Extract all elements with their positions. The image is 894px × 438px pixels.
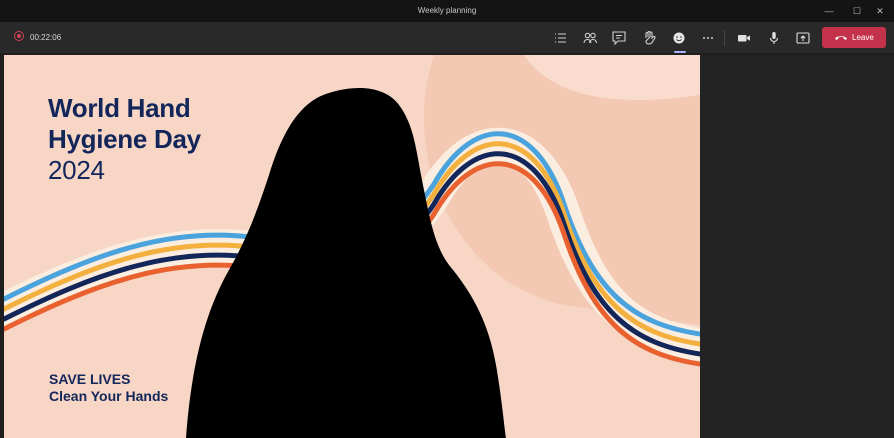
more-icon: [703, 37, 713, 39]
list-button[interactable]: [549, 27, 571, 49]
side-panel: [700, 55, 894, 438]
reactions-icon: [673, 32, 685, 44]
meeting-timer: 00:22:06: [30, 33, 62, 42]
video-stage: World Hand Hygiene Day 2024 SAVE LIVES C…: [4, 55, 700, 438]
raise-hand-icon: [645, 30, 656, 45]
chat-icon: [612, 31, 626, 46]
camera-button[interactable]: [733, 27, 755, 49]
people-icon: [583, 32, 598, 44]
participant-silhouette: [186, 88, 506, 438]
leave-label: Leave: [852, 33, 874, 42]
more-button[interactable]: [697, 27, 719, 49]
meeting-toolbar: 00:22:06 Leave: [0, 22, 894, 53]
toolbar-divider: [724, 30, 725, 46]
window-title: Weekly planning: [417, 6, 477, 15]
raise-hand-button[interactable]: [638, 27, 660, 49]
reactions-button[interactable]: [668, 27, 690, 53]
teams-meeting-window: Weekly planning — ☐ ✕ 00:22:06 Leave Wor…: [0, 0, 894, 438]
phone-hangup-icon: [835, 36, 847, 40]
list-icon: [555, 33, 566, 43]
close-button[interactable]: ✕: [866, 0, 894, 22]
share-button[interactable]: [792, 27, 814, 49]
leave-button[interactable]: Leave: [822, 27, 886, 48]
minimize-button[interactable]: —: [815, 0, 843, 22]
recording-icon: [14, 31, 24, 41]
active-indicator: [674, 51, 686, 53]
share-icon: [796, 32, 810, 44]
chat-button[interactable]: [608, 27, 630, 49]
mic-button[interactable]: [763, 27, 785, 49]
people-button[interactable]: [579, 27, 601, 49]
mic-icon: [769, 32, 779, 44]
camera-icon: [738, 35, 750, 42]
title-bar: Weekly planning — ☐ ✕: [0, 0, 894, 22]
